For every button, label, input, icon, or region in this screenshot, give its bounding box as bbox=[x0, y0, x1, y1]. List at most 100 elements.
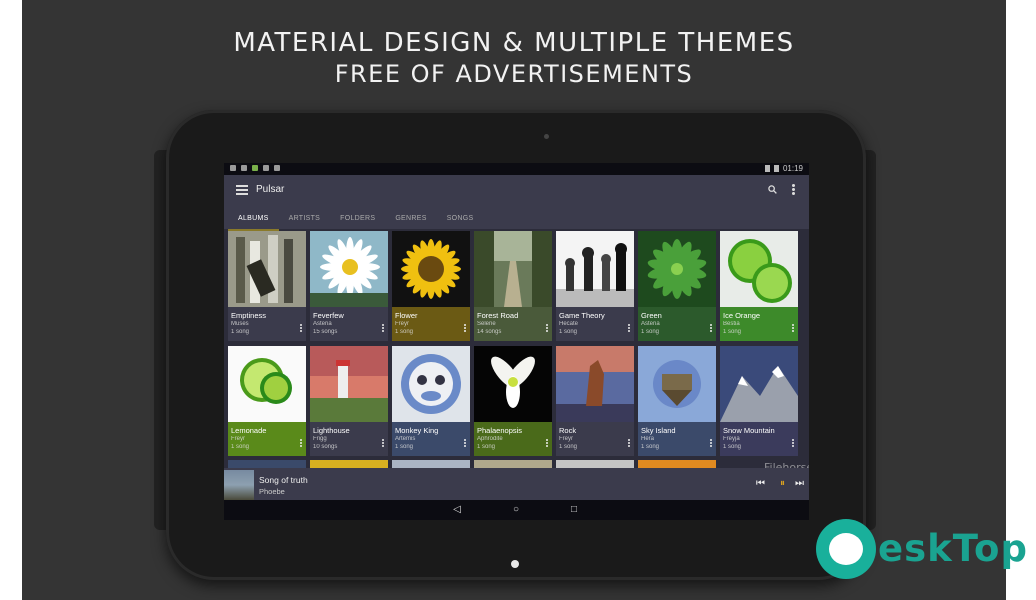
tab-albums[interactable]: ALBUMS bbox=[228, 210, 279, 231]
album-card[interactable]: Sky Island Hera 1 song bbox=[638, 346, 716, 456]
album-card[interactable]: Forest Road Selene 14 songs bbox=[474, 231, 552, 341]
album-title: Flower bbox=[395, 311, 418, 320]
overflow-menu-icon[interactable] bbox=[792, 184, 795, 196]
hamburger-menu-icon[interactable] bbox=[236, 185, 248, 195]
tab-artists[interactable]: ARTISTS bbox=[279, 210, 331, 229]
album-artwork bbox=[228, 231, 306, 307]
album-card-partial[interactable] bbox=[392, 460, 470, 468]
album-artwork bbox=[228, 346, 306, 422]
album-artist: Freyr bbox=[395, 321, 409, 327]
album-song-count: 1 song bbox=[559, 444, 578, 450]
album-card[interactable]: Ice Orange Bestia 1 song bbox=[720, 231, 798, 341]
album-title: Monkey King bbox=[395, 426, 439, 435]
album-artist: Frigg bbox=[313, 436, 327, 442]
album-artwork bbox=[310, 346, 388, 422]
album-card[interactable]: Snow Mountain Freyja 1 song bbox=[720, 346, 798, 456]
album-card-partial[interactable] bbox=[474, 460, 552, 468]
album-card[interactable]: Phalaenopsis Aphrodite 1 song bbox=[474, 346, 552, 456]
album-title: Phalaenopsis bbox=[477, 426, 523, 435]
system-nav-bar: ◁ ○ □ bbox=[224, 500, 809, 520]
tab-genres[interactable]: GENRES bbox=[385, 210, 436, 229]
album-row: Lemonade Freyr 1 song Lighthouse Frigg 1… bbox=[228, 346, 798, 456]
album-title: Emptiness bbox=[231, 311, 267, 320]
album-overflow-icon[interactable] bbox=[300, 439, 302, 448]
album-card-partial[interactable] bbox=[310, 460, 388, 468]
album-overflow-icon[interactable] bbox=[382, 324, 384, 333]
now-playing-bar[interactable]: Song of truth Phoebe ⏮ ⏸ ⏭ bbox=[224, 468, 809, 500]
front-camera bbox=[544, 134, 549, 139]
album-overflow-icon[interactable] bbox=[546, 439, 548, 448]
album-card[interactable]: Game Theory Hecate 1 song bbox=[556, 231, 634, 341]
album-artist: Artemis bbox=[395, 436, 416, 442]
next-track-icon[interactable]: ⏭ bbox=[795, 478, 804, 490]
now-playing-artist: Phoebe bbox=[259, 487, 285, 496]
album-song-count: 1 song bbox=[559, 329, 578, 335]
home-icon[interactable]: ○ bbox=[509, 503, 523, 517]
album-title: Sky Island bbox=[641, 426, 676, 435]
album-row: Emptiness Muses 1 song Feverfew Asteria … bbox=[228, 231, 798, 341]
album-card[interactable]: Lemonade Freyr 1 song bbox=[228, 346, 306, 456]
album-overflow-icon[interactable] bbox=[710, 439, 712, 448]
album-overflow-icon[interactable] bbox=[464, 439, 466, 448]
app-bar: Pulsar ALBUMS ARTISTS FOLDERS GENRES SON… bbox=[224, 175, 809, 231]
recents-icon[interactable]: □ bbox=[567, 503, 581, 517]
album-row-partial bbox=[228, 460, 716, 468]
album-info: Snow Mountain Freyja 1 song bbox=[720, 422, 798, 456]
album-song-count: 14 songs bbox=[477, 329, 502, 335]
album-artist: Bestia bbox=[723, 321, 740, 327]
album-artwork bbox=[638, 231, 716, 307]
album-info: Emptiness Muses 1 song bbox=[228, 307, 306, 341]
album-artist: Hera bbox=[641, 436, 655, 442]
album-title: Feverfew bbox=[313, 311, 344, 320]
album-artwork bbox=[392, 231, 470, 307]
album-overflow-icon[interactable] bbox=[546, 324, 548, 333]
clock: 01:19 bbox=[782, 164, 803, 173]
tab-songs[interactable]: SONGS bbox=[437, 210, 484, 229]
album-song-count: 15 songs bbox=[313, 329, 338, 335]
album-overflow-icon[interactable] bbox=[792, 324, 794, 333]
album-overflow-icon[interactable] bbox=[710, 324, 712, 333]
previous-track-icon[interactable]: ⏮ bbox=[756, 478, 765, 490]
album-song-count: 1 song bbox=[641, 329, 660, 335]
album-artwork bbox=[556, 231, 634, 307]
album-card[interactable]: Monkey King Artemis 1 song bbox=[392, 346, 470, 456]
album-artist: Freyja bbox=[723, 436, 740, 442]
now-playing-title: Song of truth bbox=[259, 475, 308, 485]
album-info: Lighthouse Frigg 10 songs bbox=[310, 422, 388, 456]
album-card[interactable]: Emptiness Muses 1 song bbox=[228, 231, 306, 341]
album-info: Lemonade Freyr 1 song bbox=[228, 422, 306, 456]
album-overflow-icon[interactable] bbox=[464, 324, 466, 333]
search-icon[interactable] bbox=[768, 185, 777, 194]
album-card-partial[interactable] bbox=[228, 460, 306, 468]
tab-folders[interactable]: FOLDERS bbox=[330, 210, 385, 229]
tablet-home-dot bbox=[511, 560, 519, 568]
album-card[interactable]: Lighthouse Frigg 10 songs bbox=[310, 346, 388, 456]
app-screen: 01:19 Pulsar ALBUMS ARTISTS FOLDERS GENR… bbox=[224, 163, 809, 520]
album-card-partial[interactable] bbox=[556, 460, 634, 468]
album-card[interactable]: Flower Freyr 1 song bbox=[392, 231, 470, 341]
album-card[interactable]: Rock Freyr 1 song bbox=[556, 346, 634, 456]
desktop-watermark: eskTop bbox=[816, 519, 1028, 581]
album-overflow-icon[interactable] bbox=[628, 439, 630, 448]
album-card[interactable]: Feverfew Asteria 15 songs bbox=[310, 231, 388, 341]
watermark-text: eskTop bbox=[878, 527, 1028, 570]
album-info: Green Asteria 1 song bbox=[638, 307, 716, 341]
album-info: Feverfew Asteria 15 songs bbox=[310, 307, 388, 341]
now-playing-artwork bbox=[224, 470, 254, 500]
album-artwork bbox=[474, 231, 552, 307]
album-overflow-icon[interactable] bbox=[792, 439, 794, 448]
album-card[interactable]: Green Asteria 1 song bbox=[638, 231, 716, 341]
album-overflow-icon[interactable] bbox=[382, 439, 384, 448]
wifi-icon bbox=[764, 165, 770, 172]
album-overflow-icon[interactable] bbox=[628, 324, 630, 333]
back-icon[interactable]: ◁ bbox=[450, 503, 464, 517]
app-title: Pulsar bbox=[256, 184, 285, 195]
pause-icon[interactable]: ⏸ bbox=[780, 478, 785, 490]
album-artist: Muses bbox=[231, 321, 249, 327]
album-card-partial[interactable] bbox=[638, 460, 716, 468]
tab-bar: ALBUMS ARTISTS FOLDERS GENRES SONGS bbox=[228, 210, 483, 231]
album-info: Game Theory Hecate 1 song bbox=[556, 307, 634, 341]
album-artist: Aphrodite bbox=[477, 436, 503, 442]
album-artwork bbox=[720, 231, 798, 307]
album-overflow-icon[interactable] bbox=[300, 324, 302, 333]
